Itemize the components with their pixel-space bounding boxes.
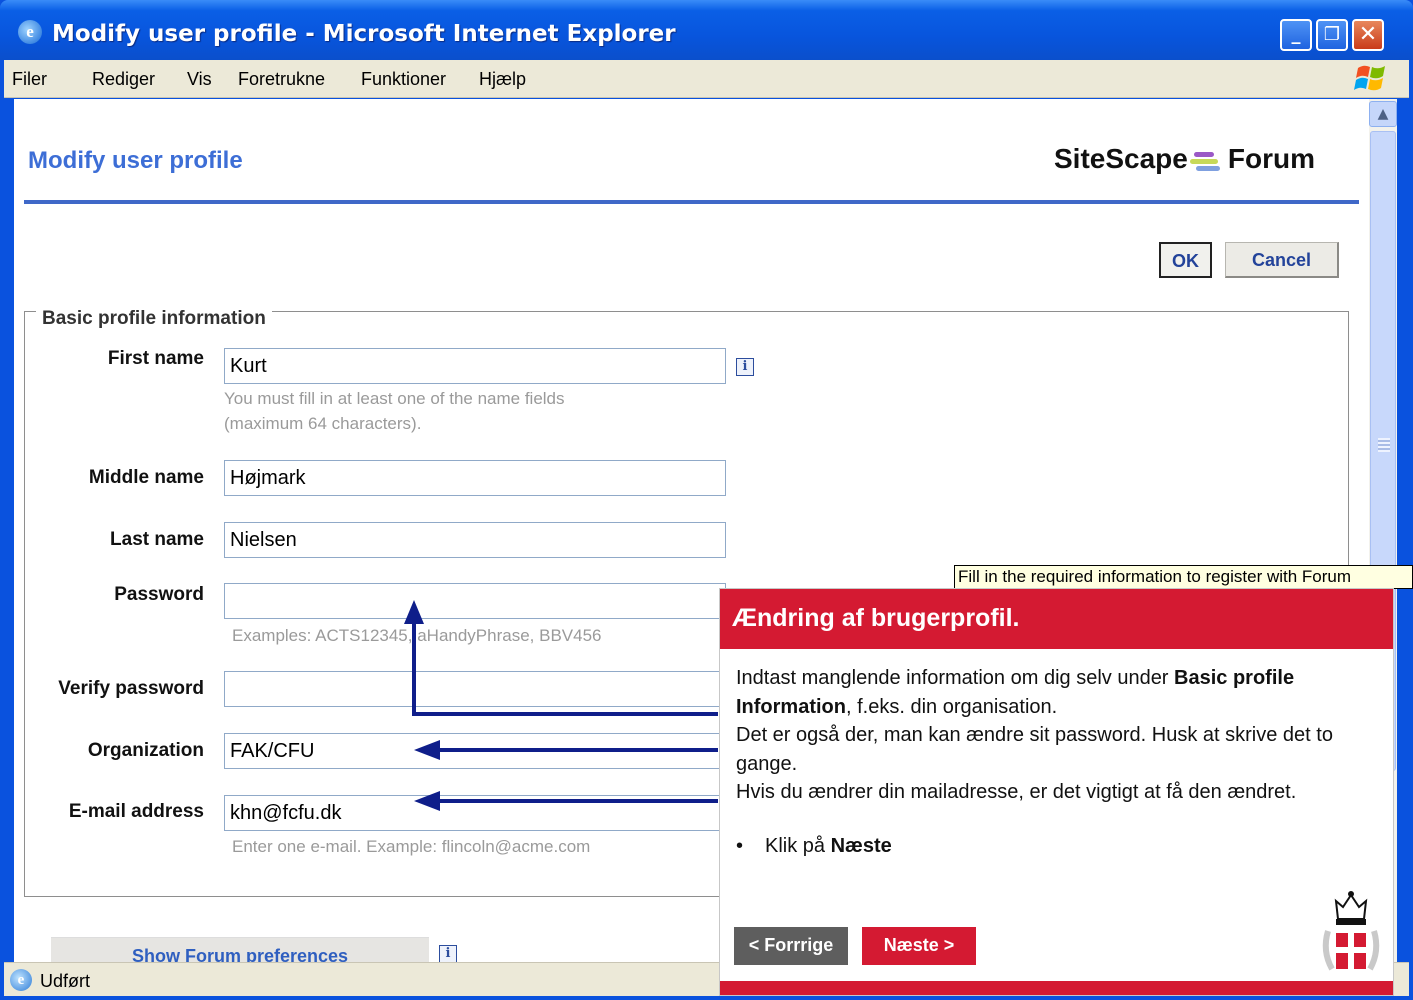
menu-filer[interactable]: Filer bbox=[12, 69, 47, 90]
previous-button[interactable]: < Forrrige bbox=[734, 927, 848, 965]
page-status-icon: e bbox=[10, 969, 32, 991]
help-paragraph-3: Hvis du ændrer din mailadresse, er det v… bbox=[736, 781, 1297, 803]
brand-left: SiteScape bbox=[1054, 143, 1188, 174]
help-title: Ændring af brugerprofil. bbox=[732, 604, 1020, 632]
show-forum-preferences-button[interactable]: Show Forum preferences bbox=[51, 937, 429, 962]
menu-foretrukne[interactable]: Foretrukne bbox=[238, 69, 325, 90]
menu-bar: Filer Rediger Vis Foretrukne Funktioner … bbox=[4, 60, 1409, 98]
page-title: Modify user profile bbox=[28, 147, 243, 174]
help-header: Ændring af brugerprofil. bbox=[720, 589, 1393, 649]
email-hint: Enter one e-mail. Example: flincoln@acme… bbox=[232, 837, 591, 856]
menu-funktioner[interactable]: Funktioner bbox=[361, 69, 446, 90]
scroll-up-icon[interactable]: ▲ bbox=[1369, 101, 1397, 127]
menu-hjaelp[interactable]: Hjælp bbox=[479, 69, 526, 90]
organization-input[interactable]: FAK/CFU bbox=[224, 733, 726, 769]
last-name-label: Last name bbox=[110, 529, 204, 550]
brand-swoosh-icon bbox=[1188, 148, 1228, 174]
help-bullet-bold: Næste bbox=[830, 835, 892, 857]
help-footer-bar bbox=[720, 981, 1393, 995]
windows-logo-icon bbox=[1354, 65, 1385, 91]
preferences-info-icon[interactable]: i bbox=[439, 945, 457, 962]
bullet-dot-icon: • bbox=[736, 835, 744, 857]
brand-right: Forum bbox=[1227, 143, 1315, 174]
help-bullet-start: Klik på bbox=[765, 835, 831, 857]
email-input[interactable]: khn@fcfu.dk bbox=[224, 795, 726, 831]
menu-rediger[interactable]: Rediger bbox=[92, 69, 155, 90]
help-body: Indtast manglende information om dig sel… bbox=[736, 664, 1376, 807]
email-label: E-mail address bbox=[68, 801, 204, 822]
window-title: Modify user profile - Microsoft Internet… bbox=[52, 21, 676, 47]
organization-label: Organization bbox=[87, 740, 204, 761]
title-bar[interactable]: e Modify user profile - Microsoft Intern… bbox=[0, 0, 1413, 60]
help-paragraph-1: Indtast manglende information om dig sel… bbox=[736, 664, 1376, 721]
status-text: Udført bbox=[40, 971, 91, 991]
first-name-hint-2: (maximum 64 characters). bbox=[224, 414, 422, 433]
close-button[interactable]: ✕ bbox=[1352, 19, 1384, 51]
tooltip: Fill in the required information to regi… bbox=[954, 565, 1413, 589]
menu-vis[interactable]: Vis bbox=[187, 69, 212, 90]
last-name-input[interactable]: Nielsen bbox=[224, 522, 726, 558]
help-p1-end: , f.eks. din organisation. bbox=[846, 695, 1058, 718]
fieldset-legend: Basic profile information bbox=[36, 308, 272, 330]
cancel-button[interactable]: Cancel bbox=[1225, 242, 1339, 278]
middle-name-label: Middle name bbox=[88, 467, 204, 488]
verify-password-input[interactable] bbox=[224, 671, 726, 707]
next-button[interactable]: Næste > bbox=[862, 927, 976, 965]
header-divider bbox=[24, 200, 1359, 204]
help-paragraph-2: Det er også der, man kan ændre sit passw… bbox=[736, 724, 1333, 775]
password-hint: Examples: ACTS12345, aHandyPhrase, BBV45… bbox=[232, 626, 602, 645]
minimize-button[interactable]: _ bbox=[1280, 19, 1312, 51]
help-bullet: • Klik på Næste bbox=[736, 835, 892, 858]
crown-crest-icon bbox=[1322, 891, 1380, 971]
help-p1-start: Indtast manglende information om dig sel… bbox=[736, 667, 1175, 689]
ie-logo-icon: e bbox=[18, 20, 42, 44]
first-name-hint-1: You must fill in at least one of the nam… bbox=[224, 389, 565, 408]
first-name-info-icon[interactable]: i bbox=[736, 358, 754, 376]
verify-password-label: Verify password bbox=[58, 678, 204, 699]
scroll-grip-icon bbox=[1378, 438, 1390, 452]
first-name-input[interactable]: Kurt bbox=[224, 348, 726, 384]
middle-name-input[interactable]: Højmark bbox=[224, 460, 726, 496]
maximize-button[interactable]: ❐ bbox=[1316, 19, 1348, 51]
first-name-label: First name bbox=[107, 348, 204, 369]
password-input[interactable] bbox=[224, 583, 726, 619]
sitescape-forum-logo: SiteScape Forum bbox=[1054, 143, 1315, 175]
ok-button[interactable]: OK bbox=[1159, 242, 1212, 278]
help-panel: Ændring af brugerprofil. Indtast manglen… bbox=[719, 588, 1394, 996]
password-label: Password bbox=[114, 584, 204, 605]
